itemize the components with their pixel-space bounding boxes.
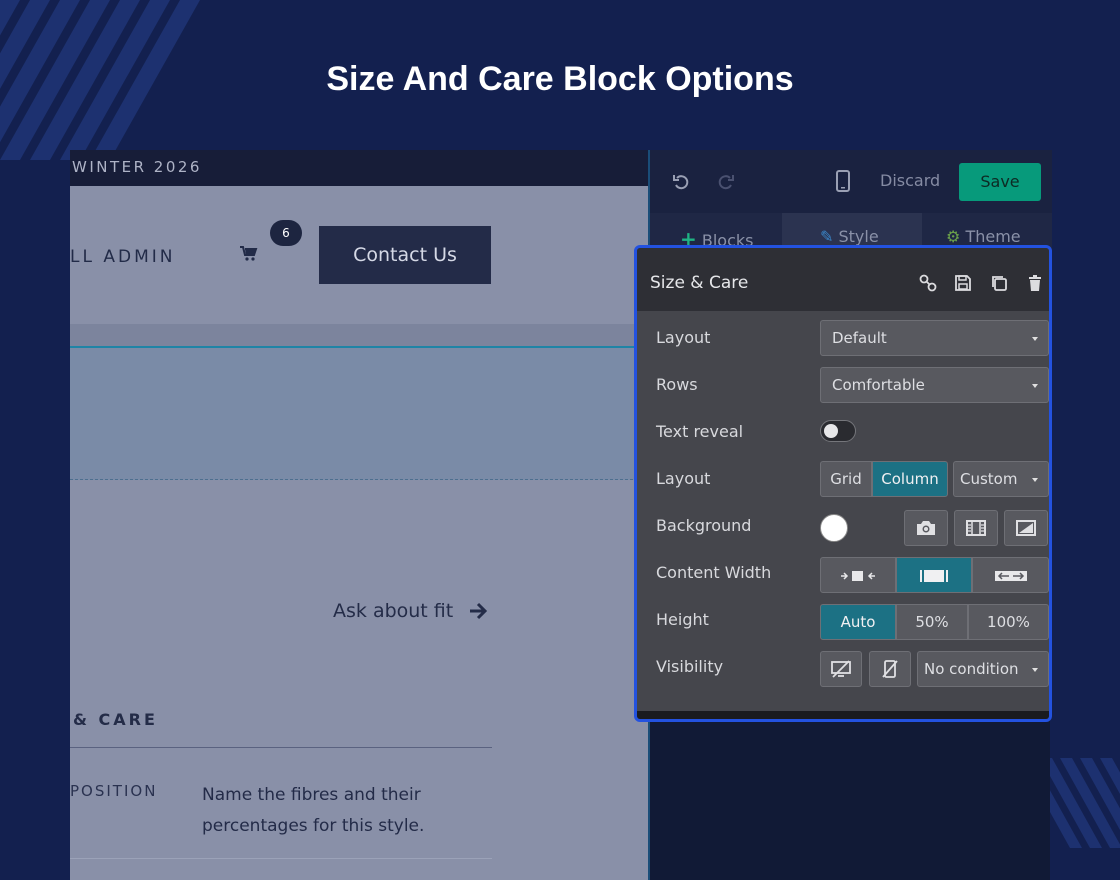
panel-title: Size & Care: [650, 273, 749, 293]
tab-label: Style: [838, 227, 879, 246]
divider: [70, 747, 492, 748]
save-button[interactable]: Save: [959, 163, 1041, 201]
page-title: Size And Care Block Options: [326, 60, 794, 98]
background-video-button[interactable]: [954, 510, 998, 546]
composition-text: Name the fibres and their percentages fo…: [202, 785, 425, 836]
tab-theme[interactable]: ⚙ Theme: [946, 227, 1021, 246]
layout-mode-label: Layout: [656, 469, 711, 488]
text-reveal-label: Text reveal: [656, 422, 744, 441]
select-value: Default: [832, 329, 887, 347]
content-width-full[interactable]: [972, 557, 1049, 593]
medium-width-icon: [920, 569, 948, 582]
background-label: Background: [656, 516, 752, 535]
section-divider: [70, 324, 648, 346]
layout-select[interactable]: Default: [820, 320, 1049, 356]
select-value: No condition: [924, 660, 1019, 678]
nav-link-admin[interactable]: LL ADMIN: [70, 247, 175, 267]
content-width-narrow[interactable]: [820, 557, 896, 593]
rows-label: Rows: [656, 375, 698, 394]
decorative-stripes: [1040, 758, 1120, 848]
visibility-condition-select[interactable]: No condition: [917, 651, 1049, 687]
discard-button[interactable]: Discard: [880, 171, 940, 190]
camera-icon: [917, 521, 935, 535]
composition-label: POSITION: [70, 782, 158, 800]
save-icon[interactable]: [954, 274, 972, 296]
height-100-option[interactable]: 100%: [968, 604, 1049, 640]
narrow-width-icon: [841, 570, 875, 581]
height-50-option[interactable]: 50%: [896, 604, 968, 640]
layout-custom-select[interactable]: Custom: [953, 461, 1049, 497]
link-icon[interactable]: [919, 274, 937, 296]
cart-icon[interactable]: [240, 246, 258, 266]
film-icon: [966, 520, 986, 536]
undo-icon[interactable]: [672, 172, 690, 194]
duplicate-icon[interactable]: [990, 274, 1008, 296]
care-heading: & CARE: [73, 710, 158, 729]
visibility-label: Visibility: [656, 657, 724, 676]
background-gradient-button[interactable]: [1004, 510, 1048, 546]
site-preview: WINTER 2026 LL ADMIN 6 Contact Us Ask ab…: [70, 150, 648, 880]
hide-desktop-button[interactable]: [820, 651, 862, 687]
ask-about-fit-link[interactable]: Ask about fit: [333, 600, 453, 622]
full-width-icon: [994, 570, 1027, 581]
content-width-medium[interactable]: [896, 557, 972, 593]
rows-select[interactable]: Comfortable: [820, 367, 1049, 403]
select-value: Custom: [960, 470, 1018, 488]
panel-footer: [637, 711, 1049, 719]
size-care-options-panel: Size & Care Layout Default Rows Comforta…: [634, 245, 1052, 722]
text-reveal-toggle[interactable]: [820, 420, 856, 442]
height-auto-option[interactable]: Auto: [820, 604, 896, 640]
layout-grid-option[interactable]: Grid: [820, 461, 872, 497]
select-value: Comfortable: [832, 376, 925, 394]
caret-down-icon: [1032, 478, 1038, 482]
hide-mobile-button[interactable]: [869, 651, 911, 687]
height-label: Height: [656, 610, 709, 629]
tab-style[interactable]: ✎ Style: [820, 227, 879, 246]
background-image-button[interactable]: [904, 510, 948, 546]
layout-column-option[interactable]: Column: [872, 461, 948, 497]
pencil-icon: ✎: [820, 227, 834, 246]
gradient-icon: [1016, 520, 1036, 536]
tab-label: Theme: [965, 227, 1021, 246]
content-width-label: Content Width: [656, 563, 772, 582]
divider: [70, 858, 492, 859]
caret-down-icon: [1032, 337, 1038, 341]
cart-count-badge: 6: [270, 220, 302, 246]
gear-icon: ⚙: [946, 227, 961, 246]
caret-down-icon: [1032, 668, 1038, 672]
mobile-preview-icon[interactable]: [836, 170, 850, 196]
announcement-bar: WINTER 2026: [70, 150, 648, 186]
trash-icon[interactable]: [1028, 274, 1042, 296]
hide-desktop-icon: [831, 660, 851, 678]
arrow-right-icon: [468, 600, 488, 626]
contact-us-button[interactable]: Contact Us: [319, 226, 491, 284]
panel-header: Size & Care: [637, 248, 1049, 311]
caret-down-icon: [1032, 384, 1038, 388]
editor-toolbar: Discard Save: [650, 150, 1052, 213]
background-color-swatch[interactable]: [820, 514, 848, 542]
layout-label: Layout: [656, 328, 711, 347]
selected-block-area[interactable]: [70, 346, 648, 480]
hide-mobile-icon: [882, 660, 898, 678]
redo-icon[interactable]: [717, 172, 735, 194]
toggle-knob: [824, 424, 838, 438]
